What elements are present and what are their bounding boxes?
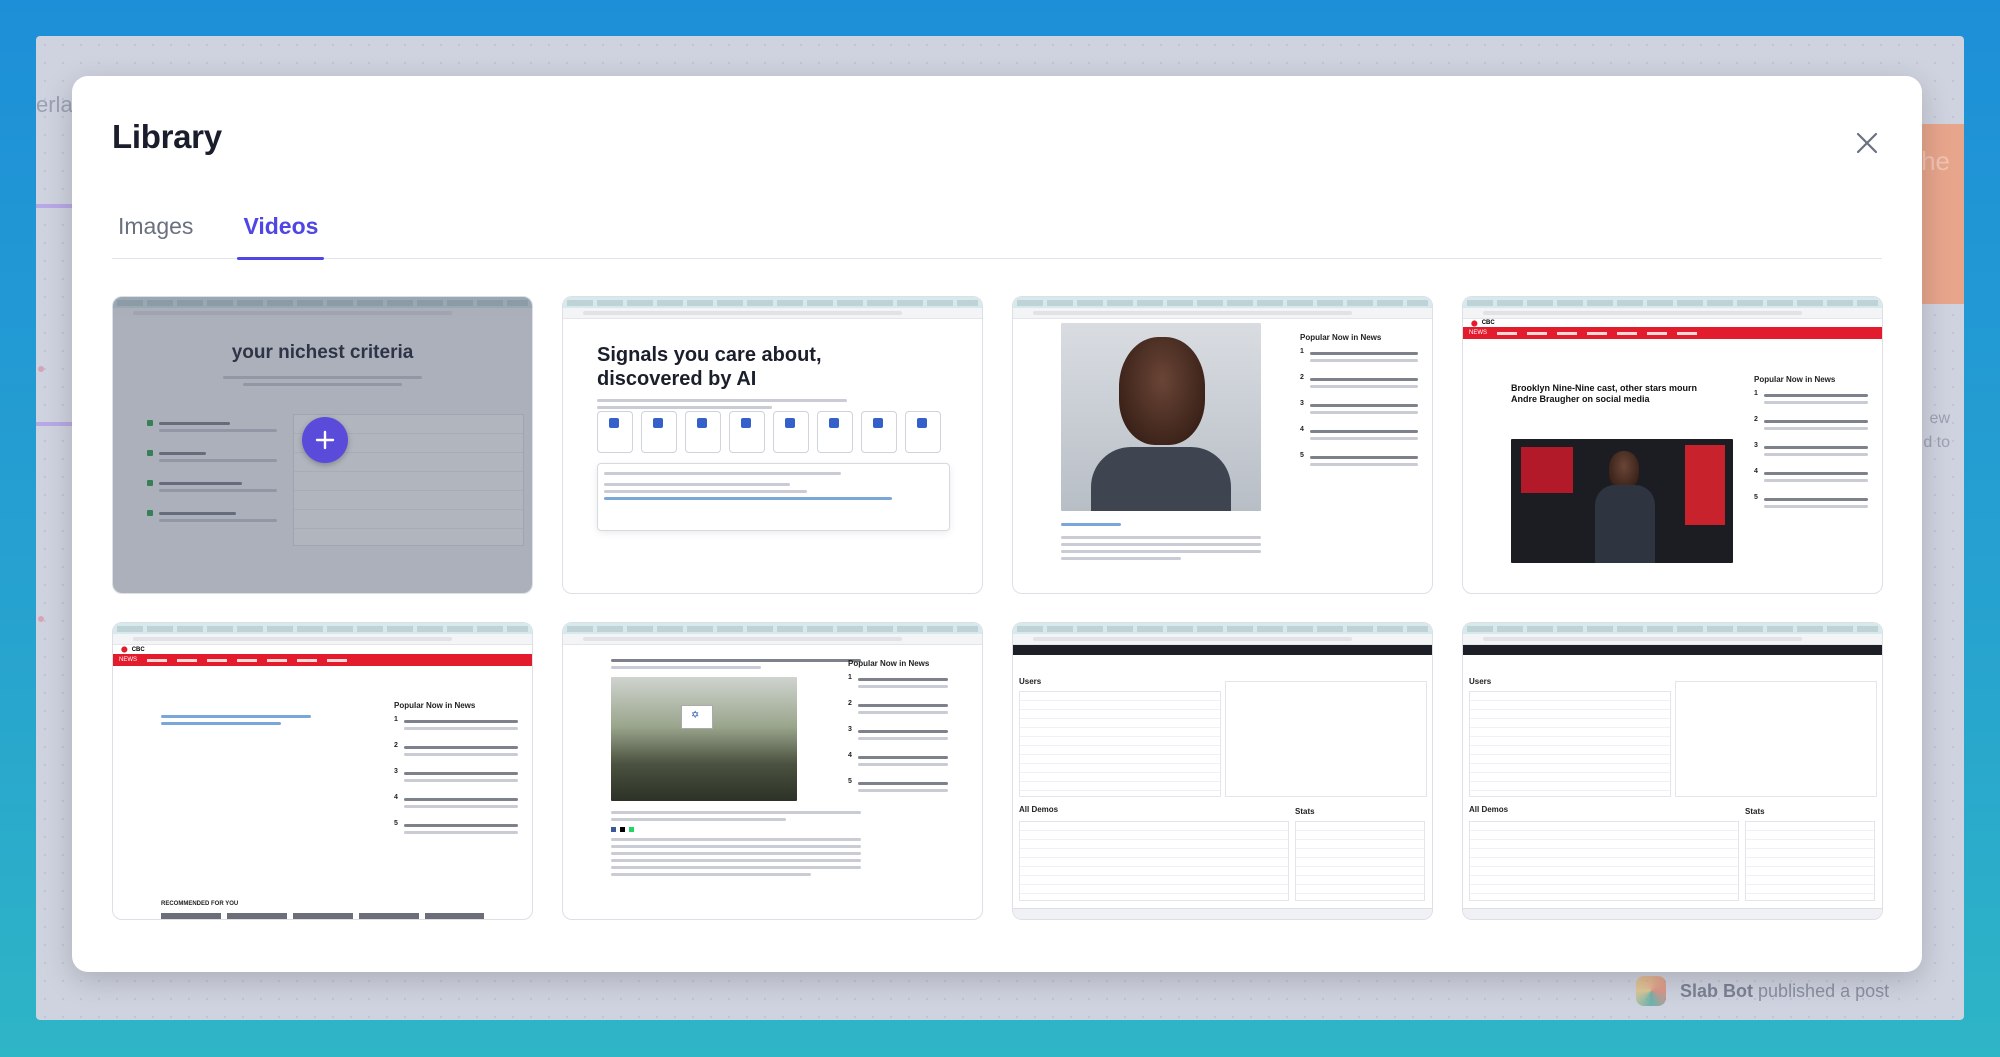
section-all-demos: All Demos [1019, 805, 1059, 814]
bg-marker [38, 616, 44, 622]
section-users: Users [1019, 677, 1042, 686]
bg-accent-line [36, 204, 72, 208]
video-thumbnail[interactable]: ⬤ CBC NEWS Popular Now in News 1 2 3 4 5 … [112, 622, 533, 920]
section-stats: Stats [1745, 807, 1765, 816]
rail-title: Popular Now in News [1300, 333, 1382, 342]
video-grid: your nichest criteria Signals you care a… [112, 296, 1883, 920]
add-video-button[interactable] [302, 417, 348, 463]
section-stats: Stats [1295, 807, 1315, 816]
brand-label: CBC [1481, 320, 1495, 326]
recommended-label: RECOMMENDED FOR YOU [161, 901, 239, 907]
video-thumbnail[interactable]: Users All Demos Stats [1012, 622, 1433, 920]
slab-bot-name: Slab Bot [1680, 980, 1754, 1001]
rail-title: Popular Now in News [1754, 375, 1836, 384]
video-thumbnail[interactable]: Users All Demos Stats [1462, 622, 1883, 920]
section-all-demos: All Demos [1469, 805, 1509, 814]
section-label: NEWS [119, 657, 137, 663]
slab-action-text: published a post [1758, 980, 1890, 1001]
dashboard-topbar [1013, 645, 1432, 655]
rail-title: Popular Now in News [848, 659, 930, 668]
tab-images[interactable]: Images [112, 194, 199, 258]
tab-videos[interactable]: Videos [237, 194, 325, 260]
thumbnail-headline: Signals you care about, discovered by AI [597, 344, 822, 390]
thumbnail-photo: ✡ [611, 677, 797, 801]
section-label: NEWS [1469, 330, 1487, 336]
bg-accent-line [36, 422, 72, 426]
video-thumbnail[interactable]: ✡ Popular Now in News 1 2 3 4 5 [562, 622, 983, 920]
video-thumbnail[interactable]: ⬤ CBC NEWS Brooklyn Nine-Nine cast, other… [1462, 296, 1883, 594]
video-thumbnail[interactable]: your nichest criteria [112, 296, 533, 594]
close-button[interactable] [1850, 126, 1884, 160]
slab-logo-icon [1636, 976, 1666, 1006]
modal-title: Library [112, 118, 222, 155]
brand-label: CBC [131, 646, 145, 653]
bg-text-fragment: ew [1929, 410, 1950, 427]
bg-text-fragment: he [1921, 146, 1950, 176]
slab-activity: Slab Bot published a post [1636, 976, 1889, 1006]
article-headline: Brooklyn Nine-Nine cast, other stars mou… [1511, 383, 1698, 404]
cbc-header: ⬤ CBC [121, 646, 145, 654]
bg-text-fragment: erla [36, 92, 73, 117]
thumbnail-photo [1061, 323, 1261, 511]
library-tabs: Images Videos [112, 194, 1882, 260]
cbc-header: ⬤ CBC [1471, 320, 1495, 327]
video-thumbnail[interactable]: Popular Now in News 1 2 3 4 5 [1012, 296, 1433, 594]
library-modal: Library Images Videos your nichest crite… [72, 76, 1922, 972]
thumbnail-photo [1511, 439, 1733, 563]
plus-icon [315, 430, 335, 450]
section-users: Users [1469, 677, 1492, 686]
rail-title: Popular Now in News [394, 701, 476, 710]
video-thumbnail[interactable]: Signals you care about, discovered by AI [562, 296, 983, 594]
news-nav-bar: NEWS [113, 654, 532, 666]
close-icon [1856, 132, 1878, 154]
dashboard-topbar [1463, 645, 1882, 655]
bg-marker [38, 366, 44, 372]
bg-text-fragment: d to [1923, 434, 1950, 451]
news-nav-bar: NEWS [1463, 327, 1882, 339]
